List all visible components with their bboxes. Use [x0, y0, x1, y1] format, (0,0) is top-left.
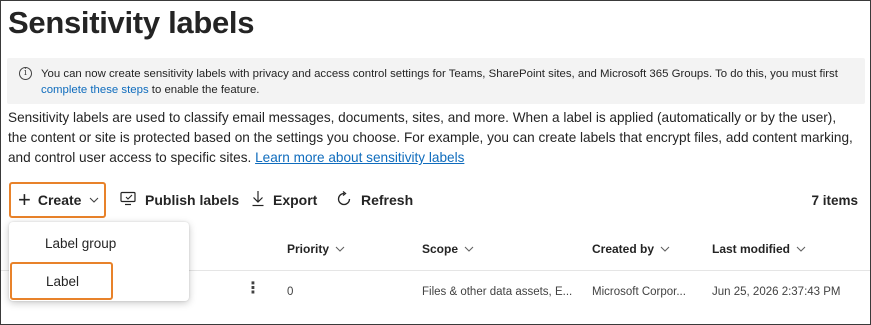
chevron-down-icon	[464, 244, 474, 255]
more-options-icon[interactable]: ⋮	[245, 281, 261, 297]
scope-cell: Files & other data assets, E...	[422, 286, 573, 298]
complete-steps-link[interactable]: complete these steps	[41, 84, 149, 96]
plus-icon: +	[18, 187, 31, 212]
refresh-button[interactable]: Refresh	[335, 181, 413, 219]
column-label: Last modified	[712, 242, 791, 256]
export-button[interactable]: Export	[251, 181, 317, 219]
create-menu: Label group Label	[9, 222, 189, 301]
column-header-created-by[interactable]: Created by	[592, 242, 670, 256]
chevron-down-icon	[796, 244, 806, 255]
column-header-priority[interactable]: Priority	[287, 242, 345, 256]
download-icon	[251, 190, 265, 210]
publish-labels-button[interactable]: Publish labels	[120, 181, 239, 219]
publish-icon	[120, 191, 137, 209]
column-header-scope[interactable]: Scope	[422, 242, 474, 256]
publish-labels-label: Publish labels	[145, 192, 240, 208]
page-description: Sensitivity labels are used to classify …	[8, 108, 858, 168]
create-button-label: Create	[37, 192, 82, 208]
priority-cell: 0	[287, 286, 294, 298]
last-modified-cell: Jun 25, 2026 2:37:43 PM	[712, 286, 841, 298]
created-by-cell: Microsoft Corpor...	[592, 286, 686, 298]
column-label: Priority	[287, 242, 330, 256]
refresh-label: Refresh	[361, 192, 414, 208]
create-button[interactable]: + Create	[9, 182, 106, 218]
refresh-icon	[335, 190, 353, 211]
menu-item-label[interactable]: Label	[10, 262, 113, 300]
banner-text-after: to enable the feature.	[148, 84, 260, 96]
chevron-down-icon	[89, 195, 99, 206]
export-label: Export	[273, 192, 318, 208]
page-frame: Sensitivity labels i You can now create …	[0, 0, 871, 325]
info-banner: i You can now create sensitivity labels …	[7, 58, 865, 104]
column-header-last-modified[interactable]: Last modified	[712, 242, 806, 256]
command-bar: + Create Publish labels Export Refresh 7	[1, 181, 870, 221]
chevron-down-icon	[660, 244, 670, 255]
info-icon: i	[19, 67, 32, 80]
items-count: 7 items	[811, 193, 858, 208]
column-label: Scope	[422, 242, 459, 256]
menu-item-label-group[interactable]: Label group	[9, 224, 189, 262]
banner-text-before: You can now create sensitivity labels wi…	[41, 68, 838, 80]
column-label: Created by	[592, 242, 655, 256]
learn-more-link[interactable]: Learn more about sensitivity labels	[255, 150, 464, 165]
page-title: Sensitivity labels	[8, 5, 255, 40]
chevron-down-icon	[335, 244, 345, 255]
